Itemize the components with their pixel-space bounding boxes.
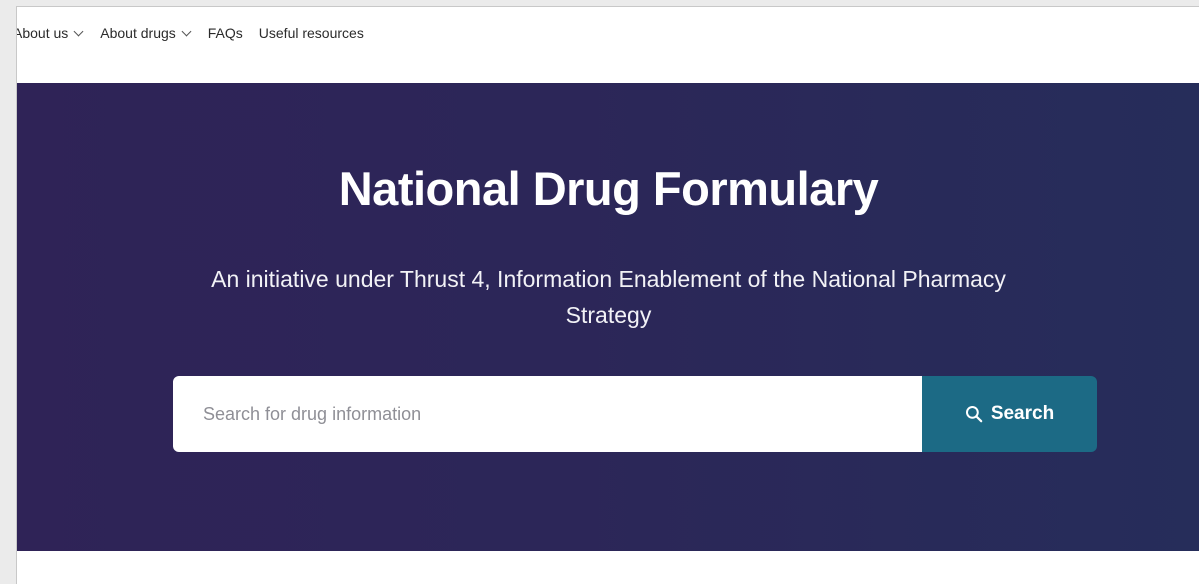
- search-bar: Search: [173, 376, 1097, 452]
- nav-item-about-drugs[interactable]: About drugs: [100, 25, 192, 41]
- nav-menu: About us About drugs FAQs Useful resourc…: [16, 25, 380, 41]
- search-button[interactable]: Search: [922, 376, 1097, 452]
- search-input[interactable]: [173, 376, 922, 452]
- nav-item-faqs[interactable]: FAQs: [208, 25, 243, 41]
- top-navigation: About us About drugs FAQs Useful resourc…: [17, 7, 1199, 73]
- nav-item-label: About drugs: [100, 25, 176, 41]
- search-button-label: Search: [990, 403, 1055, 424]
- nav-item-about-us[interactable]: About us: [16, 25, 84, 41]
- hero-subtitle: An initiative under Thrust 4, Informatio…: [211, 266, 1006, 328]
- nav-item-label: About us: [16, 25, 69, 41]
- page-title: National Drug Formulary: [338, 162, 879, 215]
- nav-item-useful-resources[interactable]: Useful resources: [259, 25, 364, 41]
- nav-item-label: FAQs: [207, 25, 243, 41]
- chevron-down-icon: [181, 26, 192, 37]
- search-icon: [965, 405, 983, 423]
- hero-banner: National Drug Formulary An initiative un…: [17, 83, 1199, 551]
- chevron-down-icon: [73, 26, 84, 37]
- nav-item-label: Useful resources: [258, 25, 364, 41]
- browser-viewport: About us About drugs FAQs Useful resourc…: [16, 6, 1199, 584]
